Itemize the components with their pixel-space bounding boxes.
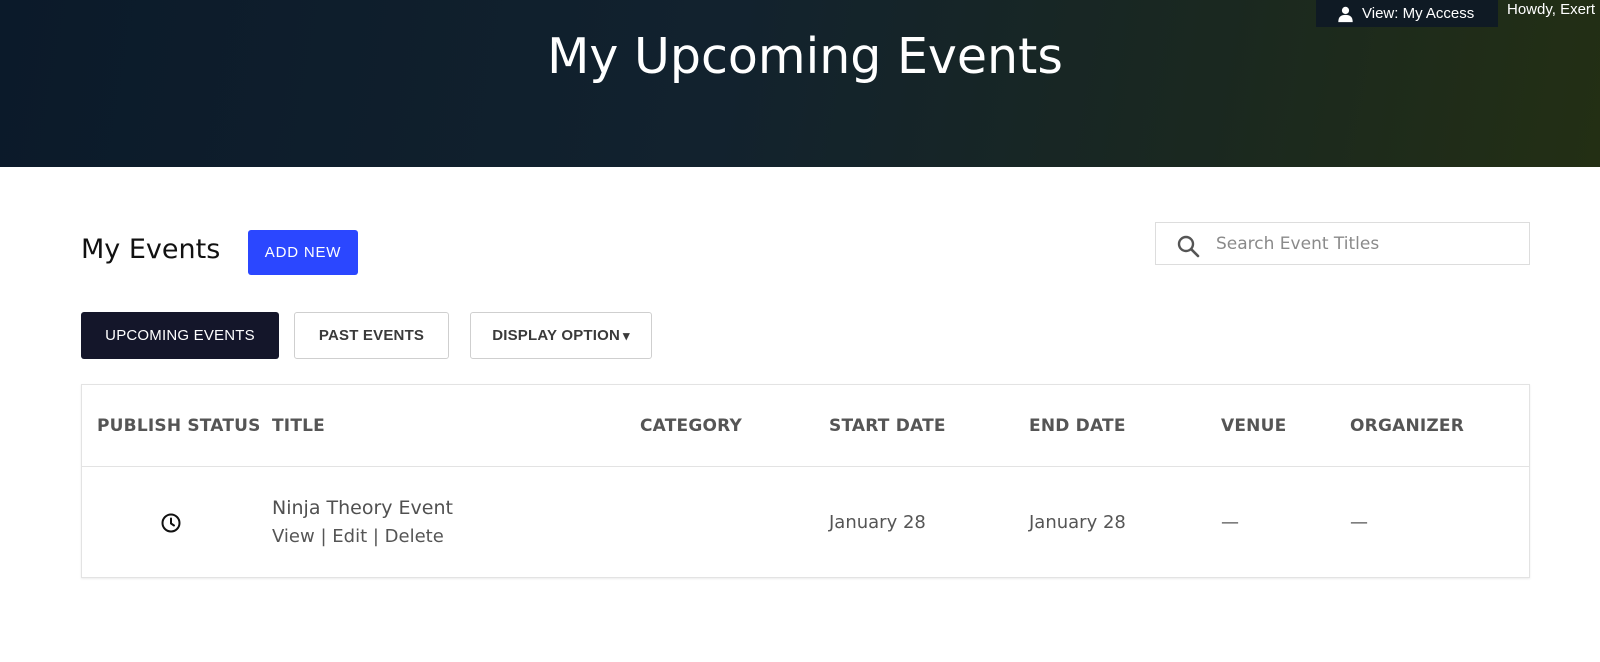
column-header-end-date: END DATE [1029, 416, 1126, 436]
event-organizer: — [1350, 512, 1368, 533]
separator: | [320, 526, 327, 547]
user-icon [1338, 6, 1353, 22]
column-header-publish-status: PUBLISH STATUS [97, 416, 261, 436]
view-link[interactable]: View [272, 526, 315, 547]
events-table: PUBLISH STATUS TITLE CATEGORY START DATE… [81, 384, 1530, 578]
view-access-button[interactable]: View: My Access [1316, 0, 1498, 27]
column-header-venue: VENUE [1221, 416, 1287, 436]
add-new-button[interactable]: ADD NEW [248, 230, 358, 275]
page-title: My Upcoming Events [547, 28, 1063, 85]
table-header: PUBLISH STATUS TITLE CATEGORY START DATE… [82, 385, 1529, 467]
view-access-label: View: My Access [1362, 5, 1475, 22]
delete-link[interactable]: Delete [385, 526, 444, 547]
column-header-category: CATEGORY [640, 416, 742, 436]
search-icon[interactable] [1176, 234, 1200, 258]
column-header-title: TITLE [272, 416, 325, 436]
separator: | [372, 526, 379, 547]
caret-down-icon: ▾ [623, 327, 630, 343]
tab-upcoming-events[interactable]: UPCOMING EVENTS [81, 312, 279, 359]
event-venue: — [1221, 512, 1239, 533]
event-start-date: January 28 [829, 512, 926, 533]
howdy-user-link[interactable]: Howdy, Exert [1507, 0, 1600, 20]
table-row: Ninja Theory Event View | Edit | Delete … [82, 467, 1529, 577]
search-box [1155, 222, 1530, 265]
column-header-start-date: START DATE [829, 416, 946, 436]
row-actions: View | Edit | Delete [272, 526, 444, 547]
display-option-label: DISPLAY OPTION [492, 327, 621, 344]
tab-past-events[interactable]: PAST EVENTS [294, 312, 449, 359]
edit-link[interactable]: Edit [332, 526, 367, 547]
search-input[interactable] [1216, 229, 1516, 259]
event-title[interactable]: Ninja Theory Event [272, 497, 453, 519]
my-events-heading: My Events [81, 234, 221, 265]
event-end-date: January 28 [1029, 512, 1126, 533]
clock-icon [161, 513, 181, 533]
column-header-organizer: ORGANIZER [1350, 416, 1465, 436]
display-option-dropdown[interactable]: DISPLAY OPTION ▾ [470, 312, 652, 359]
hero-banner: My Upcoming Events View: My Access Howdy… [0, 0, 1600, 167]
